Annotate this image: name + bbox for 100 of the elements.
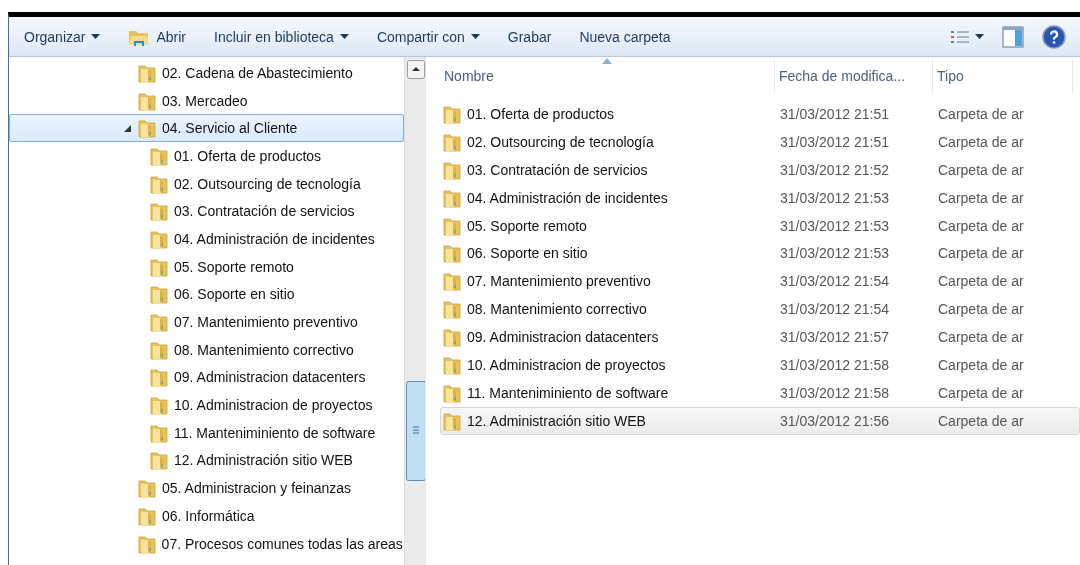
file-type: Carpeta de ar: [938, 356, 1024, 373]
tree-item[interactable]: 12. Administración sitio WEB: [9, 446, 404, 475]
tree-item[interactable]: 05. Administracion y feinanzas: [9, 474, 404, 502]
file-row[interactable]: 12. Administración sitio WEB 31/03/2012 21:56 Carpeta de ar: [440, 406, 1080, 435]
folder-icon: [443, 243, 461, 264]
file-type: Carpeta de ar: [938, 273, 1024, 290]
tree-item[interactable]: 01. Oferta de productos: [9, 142, 404, 170]
tree-item[interactable]: 04. Servicio al Cliente: [9, 114, 404, 143]
folder-icon: [150, 339, 168, 360]
file-name: 11. Manteniminiento de software: [467, 384, 669, 401]
file-row[interactable]: 11. Manteniminiento de software 31/03/2012 21:58 Carpeta de ar: [440, 378, 1080, 407]
scroll-up-icon[interactable]: [406, 60, 425, 79]
file-name: 05. Soporte remoto: [467, 217, 587, 234]
folder-icon: [150, 450, 168, 471]
file-name: 07. Mantenimiento preventivo: [467, 273, 651, 290]
folder-icon: [138, 505, 156, 526]
file-type: Carpeta de ar: [938, 245, 1024, 262]
modified-date: 31/03/2012 21:53: [779, 217, 890, 234]
tree-item[interactable]: 05. Soporte remoto: [9, 252, 404, 281]
tree-item[interactable]: 10. Administracion de proyectos: [9, 391, 404, 419]
tree-item[interactable]: 07. Procesos comunes todas las areas: [9, 529, 404, 558]
file-type: Carpeta de ar: [938, 217, 1024, 234]
tree-item[interactable]: 03. Mercadeo: [9, 86, 404, 115]
tree-item[interactable]: 04. Administración de incidentes: [9, 225, 404, 253]
file-type: Carpeta de ar: [938, 329, 1024, 346]
folder-icon: [150, 228, 168, 249]
file-type: Carpeta de ar: [938, 189, 1024, 206]
toolbar-button[interactable]: Compartir con: [367, 22, 489, 51]
list-view-icon: [951, 29, 969, 44]
toolbar-button[interactable]: Grabar: [498, 22, 561, 51]
file-row[interactable]: 10. Administracion de proyectos 31/03/2012 21:58 Carpeta de ar: [440, 351, 1080, 379]
modified-date: 31/03/2012 21:56: [779, 412, 890, 429]
preview-pane-button[interactable]: [1000, 23, 1026, 50]
column-header[interactable]: Fecha de modifica...: [775, 60, 933, 92]
file-type: Carpeta de ar: [938, 133, 1024, 150]
file-row[interactable]: 05. Soporte remoto 31/03/2012 21:53 Carpeta de ar: [440, 211, 1080, 240]
tree-item[interactable]: 06. Informática: [9, 502, 404, 530]
folder-icon: [443, 271, 461, 292]
expanded-arrow-icon[interactable]: [123, 124, 131, 132]
tree-item[interactable]: 02. Outsourcing de tecnología: [9, 169, 404, 198]
file-type: Carpeta de ar: [938, 161, 1024, 178]
file-name: 02. Outsourcing de tecnología: [467, 133, 654, 150]
file-row[interactable]: 04. Administración de incidentes 31/03/2012 21:53 Carpeta de ar: [440, 183, 1080, 212]
folder-icon: [443, 327, 461, 348]
file-type: Carpeta de ar: [938, 105, 1024, 122]
file-row[interactable]: 01. Oferta de productos 31/03/2012 21:51 Carpeta de ar: [440, 100, 1080, 128]
file-row[interactable]: 08. Mantenimiento correctivo 31/03/2012 21:54 Carpeta de ar: [440, 295, 1080, 324]
modified-date: 31/03/2012 21:54: [779, 273, 890, 290]
folder-icon: [138, 118, 156, 139]
help-icon: [1042, 24, 1066, 49]
file-row[interactable]: 06. Soporte en sitio 31/03/2012 21:53 Carpeta de ar: [440, 239, 1080, 268]
modified-date: 31/03/2012 21:58: [779, 384, 890, 401]
tree-item[interactable]: 06. Soporte en sitio: [9, 280, 404, 309]
folder-icon: [138, 90, 156, 111]
folder-icon: [150, 312, 168, 333]
folder-icon: [443, 410, 461, 431]
folder-icon: [443, 159, 461, 180]
file-type: Carpeta de ar: [938, 384, 1024, 401]
folder-icon: [443, 103, 461, 124]
tree-item[interactable]: 09. Administracion datacenters: [9, 363, 404, 392]
caret-icon: [91, 34, 101, 39]
file-row[interactable]: 09. Administracion datacenters 31/03/2012 21:57 Carpeta de ar: [440, 323, 1080, 351]
folder-icon: [150, 367, 168, 388]
file-row[interactable]: 03. Contratación de servicios 31/03/2012 21:52 Carpeta de ar: [440, 155, 1080, 184]
caret-icon: [975, 34, 984, 39]
tree-item[interactable]: 08. Mantenimiento correctivo: [9, 335, 404, 364]
file-type: Carpeta de ar: [938, 412, 1024, 429]
modified-date: 31/03/2012 21:51: [779, 133, 890, 150]
file-name: 04. Administración de incidentes: [467, 189, 668, 206]
help-button[interactable]: [1040, 22, 1068, 51]
folder-icon: [443, 187, 461, 208]
folder-icon: [150, 395, 168, 416]
file-row[interactable]: 07. Mantenimiento preventivo 31/03/2012 21:54 Carpeta de ar: [440, 267, 1080, 296]
column-header[interactable]: Nombre: [440, 60, 775, 92]
file-name: 06. Soporte en sitio: [467, 245, 588, 262]
folder-icon: [138, 62, 156, 83]
caret-icon: [470, 34, 480, 39]
file-name: 09. Administracion datacenters: [467, 329, 659, 346]
caret-icon: [339, 34, 349, 39]
toolbar-button[interactable]: Nueva carpeta: [570, 22, 680, 51]
folder-icon: [138, 478, 156, 499]
toolbar-button[interactable]: Organizar: [15, 22, 110, 51]
column-header[interactable]: Tipo: [933, 60, 1073, 92]
preview-pane-icon: [1002, 25, 1024, 48]
scrollbar[interactable]: [403, 57, 425, 565]
tree-item[interactable]: 11. Manteniminiento de software: [9, 418, 404, 447]
tree-item[interactable]: 03. Contratación de servicios: [9, 197, 404, 226]
folder-icon: [150, 284, 168, 305]
folder-icon: [150, 201, 168, 222]
file-row[interactable]: 02. Outsourcing de tecnología 31/03/2012 21:51 Carpeta de ar: [440, 127, 1080, 156]
folder-icon: [150, 145, 168, 166]
toolbar-button[interactable]: Abrir: [119, 22, 196, 51]
tree-item[interactable]: 02. Cadena de Abastecimiento: [9, 59, 404, 87]
folder-icon: [443, 299, 461, 320]
file-name: 10. Administracion de proyectos: [467, 356, 666, 373]
tree-item[interactable]: 07. Mantenimiento preventivo: [9, 308, 404, 336]
scroll-thumb[interactable]: [405, 381, 426, 481]
folder-icon: [443, 354, 461, 375]
toolbar-button[interactable]: Incluir en biblioteca: [205, 22, 358, 51]
folder-icon: [150, 173, 168, 194]
